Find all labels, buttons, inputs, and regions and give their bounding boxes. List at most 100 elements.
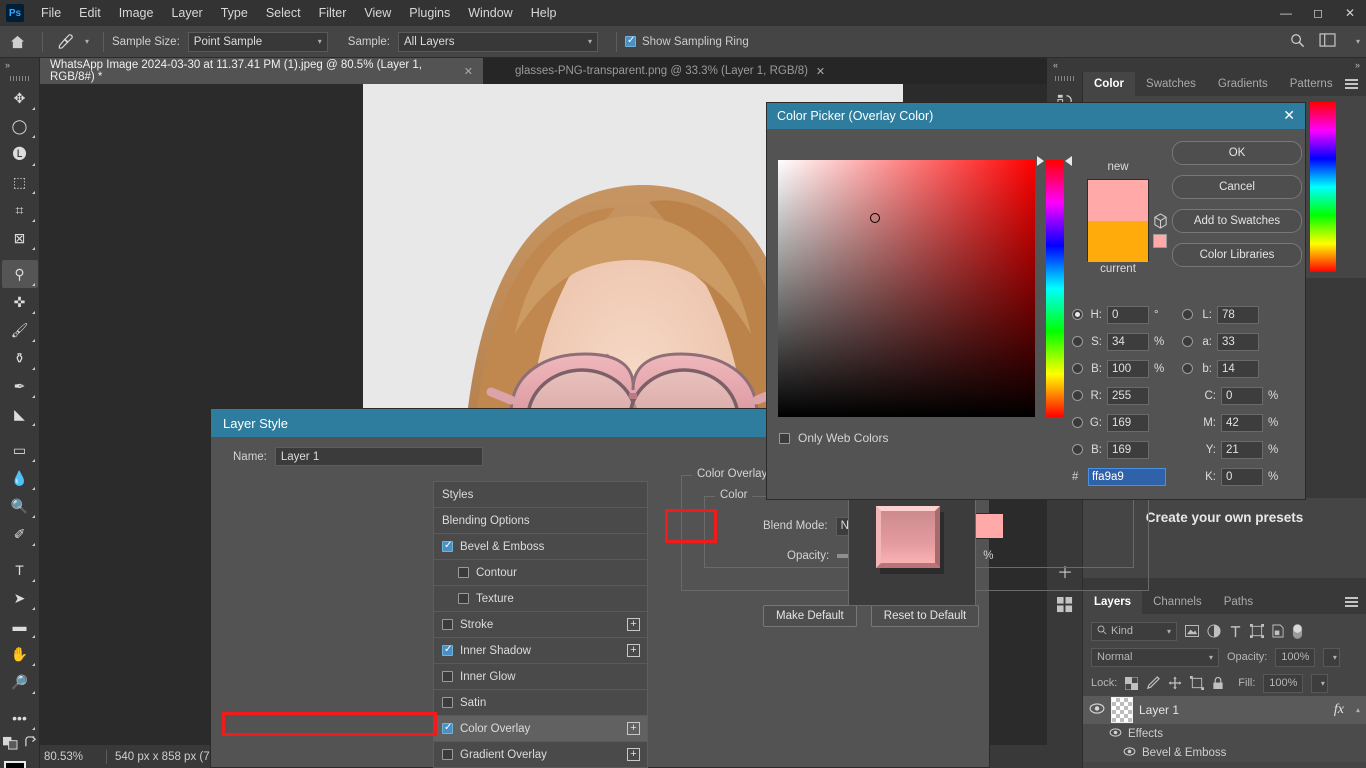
field-input[interactable]: 78 [1217, 305, 1259, 324]
checkbox-icon[interactable] [442, 671, 453, 682]
layer-row-layer-1[interactable]: Layer 1 fx ▾ [1083, 696, 1366, 724]
lasso-tool[interactable]: 🅛 [2, 140, 38, 168]
tab-patterns[interactable]: Patterns [1279, 72, 1344, 96]
add-effect-icon[interactable]: + [627, 618, 640, 631]
eraser-tool[interactable]: ◣ [2, 400, 38, 428]
layer-name-input[interactable]: Layer 1 [274, 447, 483, 466]
workspace-icon[interactable] [1319, 33, 1336, 50]
saturation-brightness-field[interactable] [778, 160, 1035, 417]
menu-item-window[interactable]: Window [459, 2, 521, 24]
layer-fill-field[interactable]: 100% [1263, 673, 1304, 693]
layer-name[interactable]: Layer 1 [1139, 703, 1179, 717]
panel-menu-icon[interactable] [1345, 590, 1366, 614]
hue-slider[interactable] [1046, 160, 1064, 417]
show-sampling-ring-checkbox[interactable]: Show Sampling Ring [624, 35, 749, 48]
effect-visibility-icon[interactable] [1123, 746, 1136, 759]
layer-style-item-blending-options[interactable]: Blending Options [434, 508, 647, 534]
layer-style-item-contour[interactable]: Contour [434, 560, 647, 586]
rectangle-tool[interactable]: ▬ [2, 612, 38, 640]
color-compare-swatch[interactable] [1087, 179, 1149, 262]
tab-gradients[interactable]: Gradients [1207, 72, 1279, 96]
radio-h[interactable] [1072, 309, 1083, 320]
radio-l[interactable] [1182, 309, 1193, 320]
maximize-button[interactable]: ◻ [1302, 0, 1334, 26]
cancel-button[interactable]: Cancel [1172, 175, 1302, 199]
reset-to-default-button[interactable]: Reset to Default [870, 605, 980, 627]
field-input[interactable]: 0 [1221, 467, 1263, 486]
field-input[interactable]: 42 [1221, 413, 1263, 432]
layer-style-item-satin[interactable]: Satin [434, 690, 647, 716]
lock-position-icon[interactable] [1168, 676, 1182, 690]
checkbox-icon[interactable] [442, 619, 453, 630]
radio-b[interactable] [1072, 363, 1083, 374]
field-input[interactable]: 169 [1107, 413, 1149, 432]
fill-stepper[interactable]: ▾ [1311, 673, 1329, 693]
field-input[interactable]: 34 [1107, 332, 1149, 351]
checkbox-icon[interactable] [458, 593, 469, 604]
frame-tool[interactable]: ⊠ [2, 224, 38, 252]
color-panel-hue-ramp[interactable] [1310, 102, 1336, 272]
effect-row-bevel-emboss[interactable]: Bevel & Emboss [1083, 743, 1366, 762]
lock-transparency-icon[interactable] [1125, 676, 1139, 690]
expand-panels-icon[interactable]: » [1355, 60, 1360, 70]
rail-grip[interactable] [1047, 72, 1082, 84]
field-input[interactable]: 0 [1107, 305, 1149, 324]
filter-toggle-switch[interactable] [1292, 623, 1303, 640]
effects-visibility-icon[interactable] [1109, 727, 1122, 740]
radio-b[interactable] [1182, 363, 1193, 374]
layer-style-item-color-overlay[interactable]: Color Overlay + [434, 716, 647, 742]
path-selection-tool[interactable]: ➤ [2, 584, 38, 612]
minimize-button[interactable]: — [1270, 0, 1302, 26]
type-tool[interactable]: T [2, 556, 38, 584]
hue-marker-right[interactable] [1065, 156, 1072, 166]
menu-item-edit[interactable]: Edit [70, 2, 110, 24]
smart-object-filter-icon[interactable] [1272, 624, 1284, 638]
edit-toolbar-tool[interactable]: ••• [2, 704, 38, 732]
dodge-tool[interactable]: 🔍 [2, 492, 38, 520]
shape-filter-icon[interactable] [1250, 624, 1264, 638]
crop-tool[interactable]: ⌗ [2, 196, 38, 224]
checkbox-icon[interactable] [442, 697, 453, 708]
tab-color[interactable]: Color [1083, 72, 1136, 96]
only-web-colors-checkbox[interactable]: Only Web Colors [779, 431, 888, 445]
menu-item-filter[interactable]: Filter [310, 2, 356, 24]
layer-opacity-field[interactable]: 100% [1275, 647, 1316, 667]
layer-fx-badge[interactable]: fx [1334, 702, 1344, 718]
document-size-info[interactable]: 540 px x 858 px (72 [115, 751, 216, 763]
color-libraries-button[interactable]: Color Libraries [1172, 243, 1302, 267]
document-tab-active[interactable]: WhatsApp Image 2024-03-30 at 11.37.41 PM… [40, 58, 483, 84]
brush-tool[interactable]: 🖌 [2, 316, 38, 344]
field-input[interactable]: 0 [1221, 386, 1263, 405]
add-effect-icon[interactable]: + [627, 644, 640, 657]
panel-menu-icon[interactable] [1345, 72, 1366, 96]
swap-colors-icon[interactable] [24, 736, 38, 755]
current-color-swatch[interactable] [1088, 221, 1148, 262]
default-colors-icon[interactable] [2, 736, 18, 755]
menu-item-select[interactable]: Select [257, 2, 310, 24]
layer-style-item-stroke[interactable]: Stroke + [434, 612, 647, 638]
field-input[interactable]: 255 [1107, 386, 1149, 405]
menu-item-layer[interactable]: Layer [162, 2, 211, 24]
layer-style-item-styles[interactable]: Styles [434, 482, 647, 508]
menu-item-image[interactable]: Image [110, 2, 163, 24]
elliptical-marquee-tool[interactable]: ◯ [2, 112, 38, 140]
radio-b[interactable] [1072, 444, 1083, 455]
object-selection-tool[interactable]: ⬚ [2, 168, 38, 196]
document-tab-inactive[interactable]: glasses-PNG-transparent.png @ 33.3% (Lay… [505, 58, 860, 84]
field-input[interactable]: 100 [1107, 359, 1149, 378]
collapse-panels-icon[interactable]: « [1053, 60, 1058, 70]
lock-all-icon[interactable] [1212, 676, 1224, 690]
toolbar-grip[interactable] [0, 72, 39, 84]
layer-style-effects-list[interactable]: Styles Blending Options Bevel & Emboss Cont… [433, 481, 648, 768]
chevron-down-icon[interactable]: ▾ [85, 37, 89, 46]
blur-tool[interactable]: 💧 [2, 464, 38, 492]
menu-item-view[interactable]: View [355, 2, 400, 24]
checkbox-icon[interactable] [458, 567, 469, 578]
sample-size-select[interactable]: Point Sample ▾ [187, 31, 328, 52]
close-icon[interactable]: ✕ [816, 65, 825, 78]
out-of-gamut-cube-icon[interactable] [1153, 213, 1168, 234]
color-swatches[interactable] [2, 761, 38, 768]
lock-image-icon[interactable] [1146, 676, 1161, 690]
move-tool[interactable]: ✥ [2, 84, 38, 112]
layer-style-item-gradient-overlay[interactable]: Gradient Overlay + [434, 742, 647, 768]
